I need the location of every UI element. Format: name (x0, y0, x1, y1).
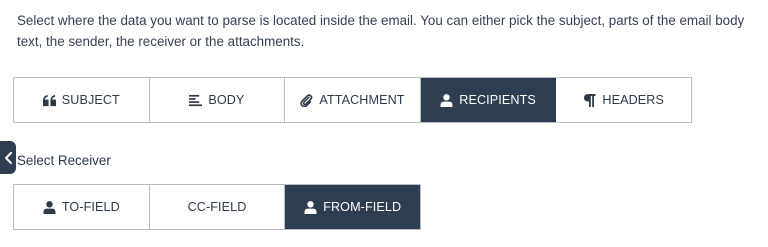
cc-field-button[interactable]: CC-FIELD (150, 185, 286, 229)
collapse-sidebar-button[interactable] (0, 141, 16, 174)
attachment-button[interactable]: ATTACHMENT (285, 78, 421, 122)
select-receiver-label: Select Receiver (17, 153, 111, 168)
user-icon (440, 93, 453, 107)
paragraph-icon (583, 93, 596, 107)
attachment-label: ATTACHMENT (319, 93, 405, 107)
recipients-label: RECIPIENTS (459, 93, 536, 107)
body-button[interactable]: BODY (150, 78, 286, 122)
align-left-icon (189, 94, 203, 107)
to-field-label: TO-FIELD (61, 200, 120, 214)
receiver-selector: TO-FIELD CC-FIELD FROM-FIELD (13, 184, 421, 230)
source-type-selector: SUBJECT BODY ATTACHMENT RECIPIENTS HEADE… (13, 77, 692, 123)
from-field-label: FROM-FIELD (323, 200, 402, 214)
subject-button[interactable]: SUBJECT (14, 78, 150, 122)
paperclip-icon (300, 93, 313, 107)
chevron-left-icon (4, 151, 12, 164)
subject-label: SUBJECT (61, 93, 120, 107)
to-field-button[interactable]: TO-FIELD (14, 185, 150, 229)
user-icon (304, 200, 317, 214)
headers-label: HEADERS (602, 93, 664, 107)
instructions-text: Select where the data you want to parse … (17, 13, 745, 49)
recipients-button[interactable]: RECIPIENTS (420, 78, 557, 122)
quote-icon (42, 94, 56, 107)
cc-field-label: CC-FIELD (187, 200, 247, 214)
from-field-button[interactable]: FROM-FIELD (285, 185, 421, 229)
user-icon (43, 200, 56, 214)
headers-button[interactable]: HEADERS (556, 78, 691, 122)
body-label: BODY (208, 93, 245, 107)
